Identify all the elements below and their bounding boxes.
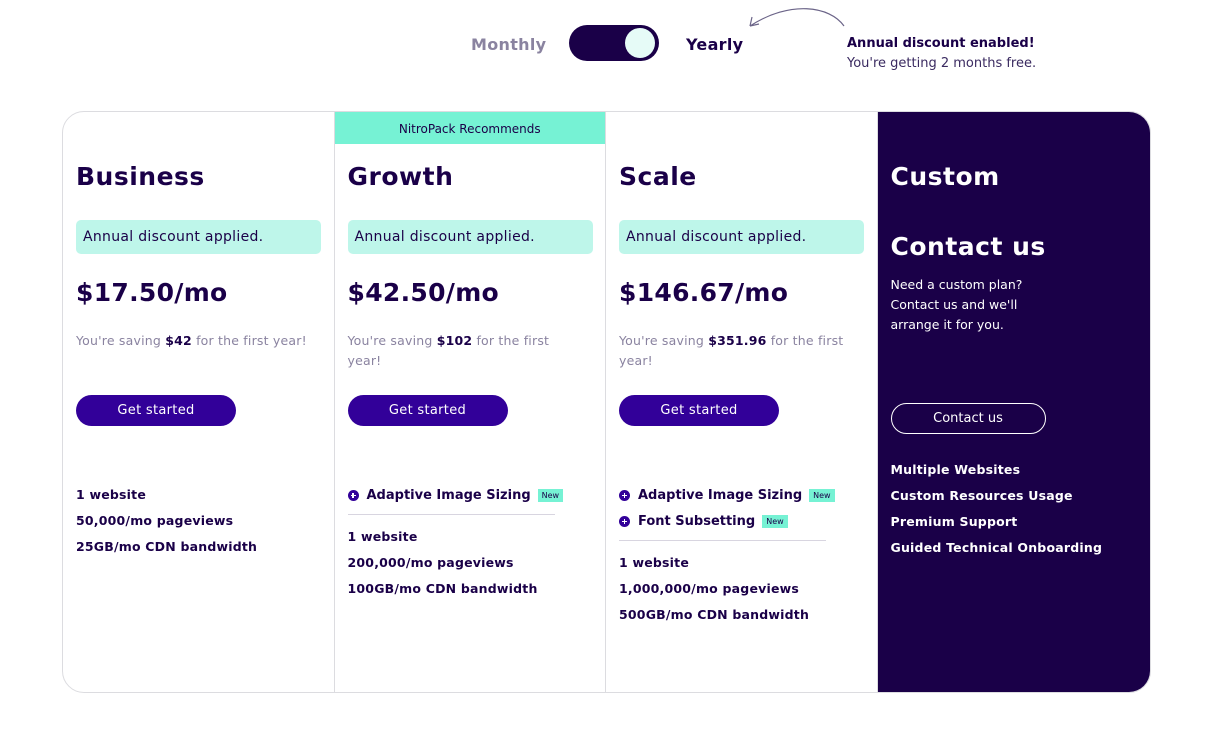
contact-us-button[interactable]: Contact us [890,403,1046,434]
switch-knob [625,28,655,58]
get-started-button[interactable]: Get started [619,395,779,426]
feature-divider [347,514,555,515]
new-badge: New [809,488,835,502]
saving-amount: $102 [436,333,473,348]
yearly-label[interactable]: Yearly [686,35,743,54]
feature-list: Adaptive Image Sizing New 1 website 200,… [347,482,588,602]
discount-note-title: Annual discount enabled! [847,36,1035,51]
saving-amount: $42 [165,333,192,348]
saving-text: You're saving $102 for the first year! [348,331,573,371]
saving-prefix: You're saving [619,333,709,348]
plan-price: $42.50/mo [347,278,500,307]
new-feature-label: Adaptive Image Sizing [366,487,531,503]
plan-scale: Scale Annual discount applied. $146.67/m… [606,112,878,692]
feature-item: Custom Resources Usage [890,488,1073,503]
discount-note: Annual discount enabled! You're getting … [847,36,1036,71]
curved-arrow-icon [749,8,845,27]
feature-item: 1,000,000/mo pageviews [619,581,800,596]
saving-prefix: You're saving [76,333,166,348]
feature-item: 500GB/mo CDN bandwidth [619,607,810,622]
saving-text: You're saving $42 for the first year! [76,331,326,351]
plan-name: Business [76,162,205,191]
plan-price: $17.50/mo [76,278,228,307]
new-badge: New [762,514,788,528]
feature-item: 1 website [347,529,418,544]
new-feature-label: Adaptive Image Sizing [638,487,803,503]
feature-list: 1 website 50,000/mo pageviews 25GB/mo CD… [76,482,316,560]
plan-name: Scale [619,162,697,191]
contact-description: Need a custom plan? Contact us and we'll… [890,277,1023,332]
contact-title: Contact us [890,232,1046,261]
plus-circle-icon [619,515,630,527]
feature-item: Premium Support [890,514,1018,529]
billing-period-switch[interactable] [569,25,659,61]
feature-item: 25GB/mo CDN bandwidth [76,539,258,554]
plan-custom: Custom Contact us Need a custom plan? Co… [877,112,1150,692]
discount-pill: Annual discount applied. [619,220,864,254]
feature-item: 200,000/mo pageviews [347,555,514,570]
pricing-plans: Business Annual discount applied. $17.50… [62,111,1151,693]
plan-price: $146.67/mo [619,278,789,307]
feature-list: Adaptive Image Sizing New Font Subsettin… [619,482,859,628]
new-feature-label: Font Subsetting [638,513,756,529]
plan-name: Custom [890,162,1000,191]
discount-note-subtitle: You're getting 2 months free. [847,56,1037,71]
saving-amount: $351.96 [708,333,767,348]
saving-text: You're saving $351.96 for the first year… [619,331,859,371]
feature-item: Multiple Websites [890,462,1021,477]
saving-suffix: for the first year! [191,333,307,348]
monthly-label[interactable]: Monthly [471,35,546,54]
feature-divider [619,540,826,541]
plan-growth: NitroPack Recommends Growth Annual disco… [334,112,606,692]
feature-list: Multiple Websites Custom Resources Usage… [891,457,1103,561]
feature-item: 50,000/mo pageviews [76,513,234,528]
saving-prefix: You're saving [347,333,437,348]
new-feature-item: Adaptive Image Sizing New [619,482,859,508]
billing-toggle: Monthly Yearly Annual discount enabled! … [0,0,1212,100]
feature-item: Guided Technical Onboarding [890,540,1103,555]
feature-item: 1 website [619,555,690,570]
get-started-button[interactable]: Get started [347,395,508,426]
new-feature-item: Adaptive Image Sizing New [347,482,588,508]
plus-circle-icon [347,489,359,501]
get-started-button[interactable]: Get started [76,395,236,426]
discount-pill: Annual discount applied. [347,220,593,254]
plan-business: Business Annual discount applied. $17.50… [63,112,335,692]
recommended-banner: NitroPack Recommends [334,112,605,144]
new-badge: New [537,488,564,502]
discount-pill: Annual discount applied. [76,220,321,254]
feature-item: 1 website [76,487,147,502]
feature-item: 100GB/mo CDN bandwidth [347,581,538,596]
plan-name: Growth [347,162,454,191]
new-feature-item: Font Subsetting New [619,508,859,534]
plus-circle-icon [619,489,630,501]
